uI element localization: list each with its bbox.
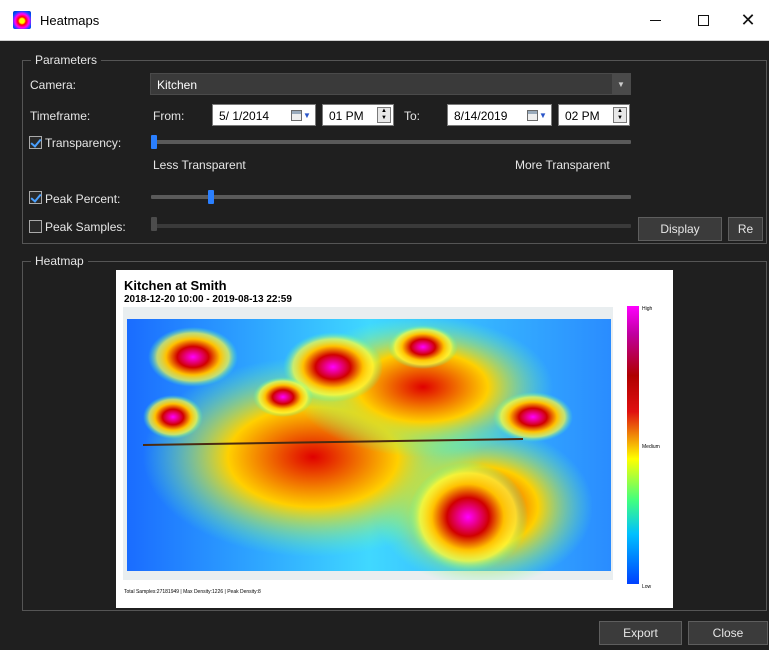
peak-samples-label: Peak Samples: [45, 220, 126, 234]
camera-select[interactable]: Kitchen ▼ [150, 73, 631, 95]
calendar-icon[interactable]: ▼ [527, 108, 549, 122]
chevron-down-icon[interactable]: ▼ [612, 74, 630, 94]
close-icon: ✕ [740, 10, 756, 30]
peak-percent-label: Peak Percent: [45, 192, 121, 206]
more-transparent-label: More Transparent [515, 158, 610, 172]
reset-button[interactable]: Re [728, 217, 763, 241]
to-time-field[interactable]: 02 PM ▲ ▼ [558, 104, 630, 126]
heatmap-image: Kitchen at Smith 2018-12-20 10:00 - 2019… [116, 270, 673, 608]
from-time-field[interactable]: 01 PM ▲ ▼ [322, 104, 394, 126]
minimize-icon [649, 20, 661, 21]
transparency-slider-track[interactable] [151, 140, 631, 144]
camera-select-value: Kitchen [157, 78, 198, 92]
from-time-value: 01 PM [329, 109, 364, 123]
transparency-slider-handle[interactable] [151, 135, 157, 149]
spinner-icon[interactable]: ▲ ▼ [377, 107, 391, 123]
calendar-icon[interactable]: ▼ [291, 108, 313, 122]
peak-samples-checkbox[interactable] [29, 220, 42, 233]
heatmap-colorbar [627, 306, 639, 584]
maximize-icon [697, 15, 709, 26]
close-window-button[interactable]: ✕ [725, 0, 769, 41]
title-bar: Heatmaps ✕ [0, 0, 769, 41]
to-label: To: [404, 109, 421, 123]
from-date-field[interactable]: 5/ 1/2014 ▼ [212, 104, 316, 126]
transparency-checkbox[interactable] [29, 136, 42, 149]
peak-samples-slider-track[interactable] [151, 224, 631, 228]
transparency-label: Transparency: [45, 136, 122, 150]
minimize-button[interactable] [632, 0, 678, 41]
parameters-group-title: Parameters [31, 53, 102, 67]
colorbar-medium-label: Medium [642, 444, 660, 450]
to-date-field[interactable]: 8/14/2019 ▼ [447, 104, 552, 126]
peak-percent-slider-track[interactable] [151, 195, 631, 199]
camera-label: Camera: [30, 78, 77, 92]
peak-samples-slider-handle[interactable] [151, 217, 157, 231]
less-transparent-label: Less Transparent [153, 158, 246, 172]
heatmap-group-title: Heatmap [31, 254, 88, 268]
colorbar-low-label: Low [642, 584, 652, 590]
colorbar-high-label: High [642, 306, 653, 312]
to-time-value: 02 PM [565, 109, 600, 123]
from-date-value: 5/ 1/2014 [219, 109, 270, 123]
from-label: From: [153, 109, 185, 123]
peak-percent-slider-handle[interactable] [207, 190, 214, 204]
export-button[interactable]: Export [599, 621, 682, 645]
spinner-icon[interactable]: ▲ ▼ [613, 107, 627, 123]
heatmap-app-icon [13, 11, 31, 29]
to-date-value: 8/14/2019 [454, 109, 508, 123]
timeframe-label: Timeframe: [30, 109, 91, 123]
close-button[interactable]: Close [688, 621, 768, 645]
peak-percent-checkbox[interactable] [29, 191, 42, 204]
heatmap-date-range: 2018-12-20 10:00 - 2019-08-13 22:59 [124, 294, 292, 305]
heatmap-stats-footer: Total Samples:27181949 | Max Density:122… [124, 589, 261, 595]
heatmap-image-title: Kitchen at Smith [124, 278, 227, 293]
heatmap-render [123, 307, 613, 580]
display-button[interactable]: Display [638, 217, 722, 241]
maximize-button[interactable] [680, 0, 726, 41]
window-title: Heatmaps [40, 13, 100, 28]
